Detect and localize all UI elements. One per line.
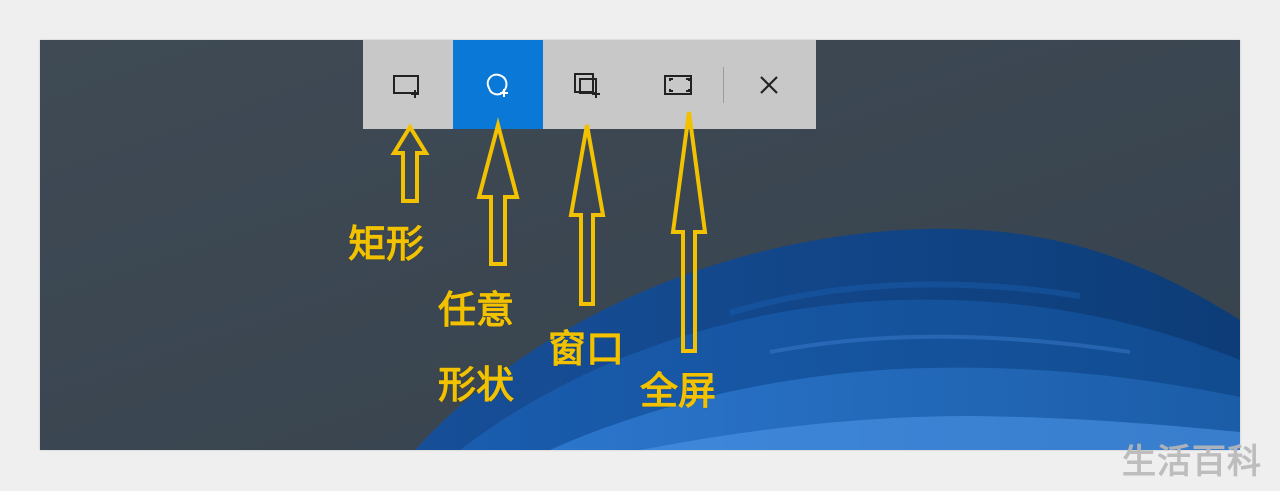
fullscreen-label: 全屏 — [640, 369, 717, 413]
rectangle-snip-button[interactable] — [363, 40, 453, 129]
freeform-label-line2: 形状 — [438, 363, 515, 407]
window-snip-button[interactable] — [543, 40, 633, 129]
fullscreen-arrow — [670, 111, 708, 353]
window-label: 窗口 — [548, 327, 625, 371]
window-arrow — [568, 124, 606, 306]
rectangle-snip-icon — [393, 74, 419, 98]
freeform-snip-button[interactable] — [453, 40, 543, 129]
rectangle-arrow — [390, 123, 430, 203]
freeform-snip-icon — [486, 73, 508, 97]
window-snip-icon — [574, 72, 600, 98]
close-icon — [760, 75, 778, 94]
freeform-label-line1: 任意 — [438, 288, 515, 332]
rectangle-label: 矩形 — [348, 222, 425, 266]
watermark: 生活百科 — [1122, 442, 1262, 482]
fullscreen-snip-icon — [664, 74, 692, 95]
close-button[interactable] — [724, 40, 814, 129]
snip-toolbar — [363, 40, 816, 129]
freeform-arrow — [476, 117, 520, 266]
